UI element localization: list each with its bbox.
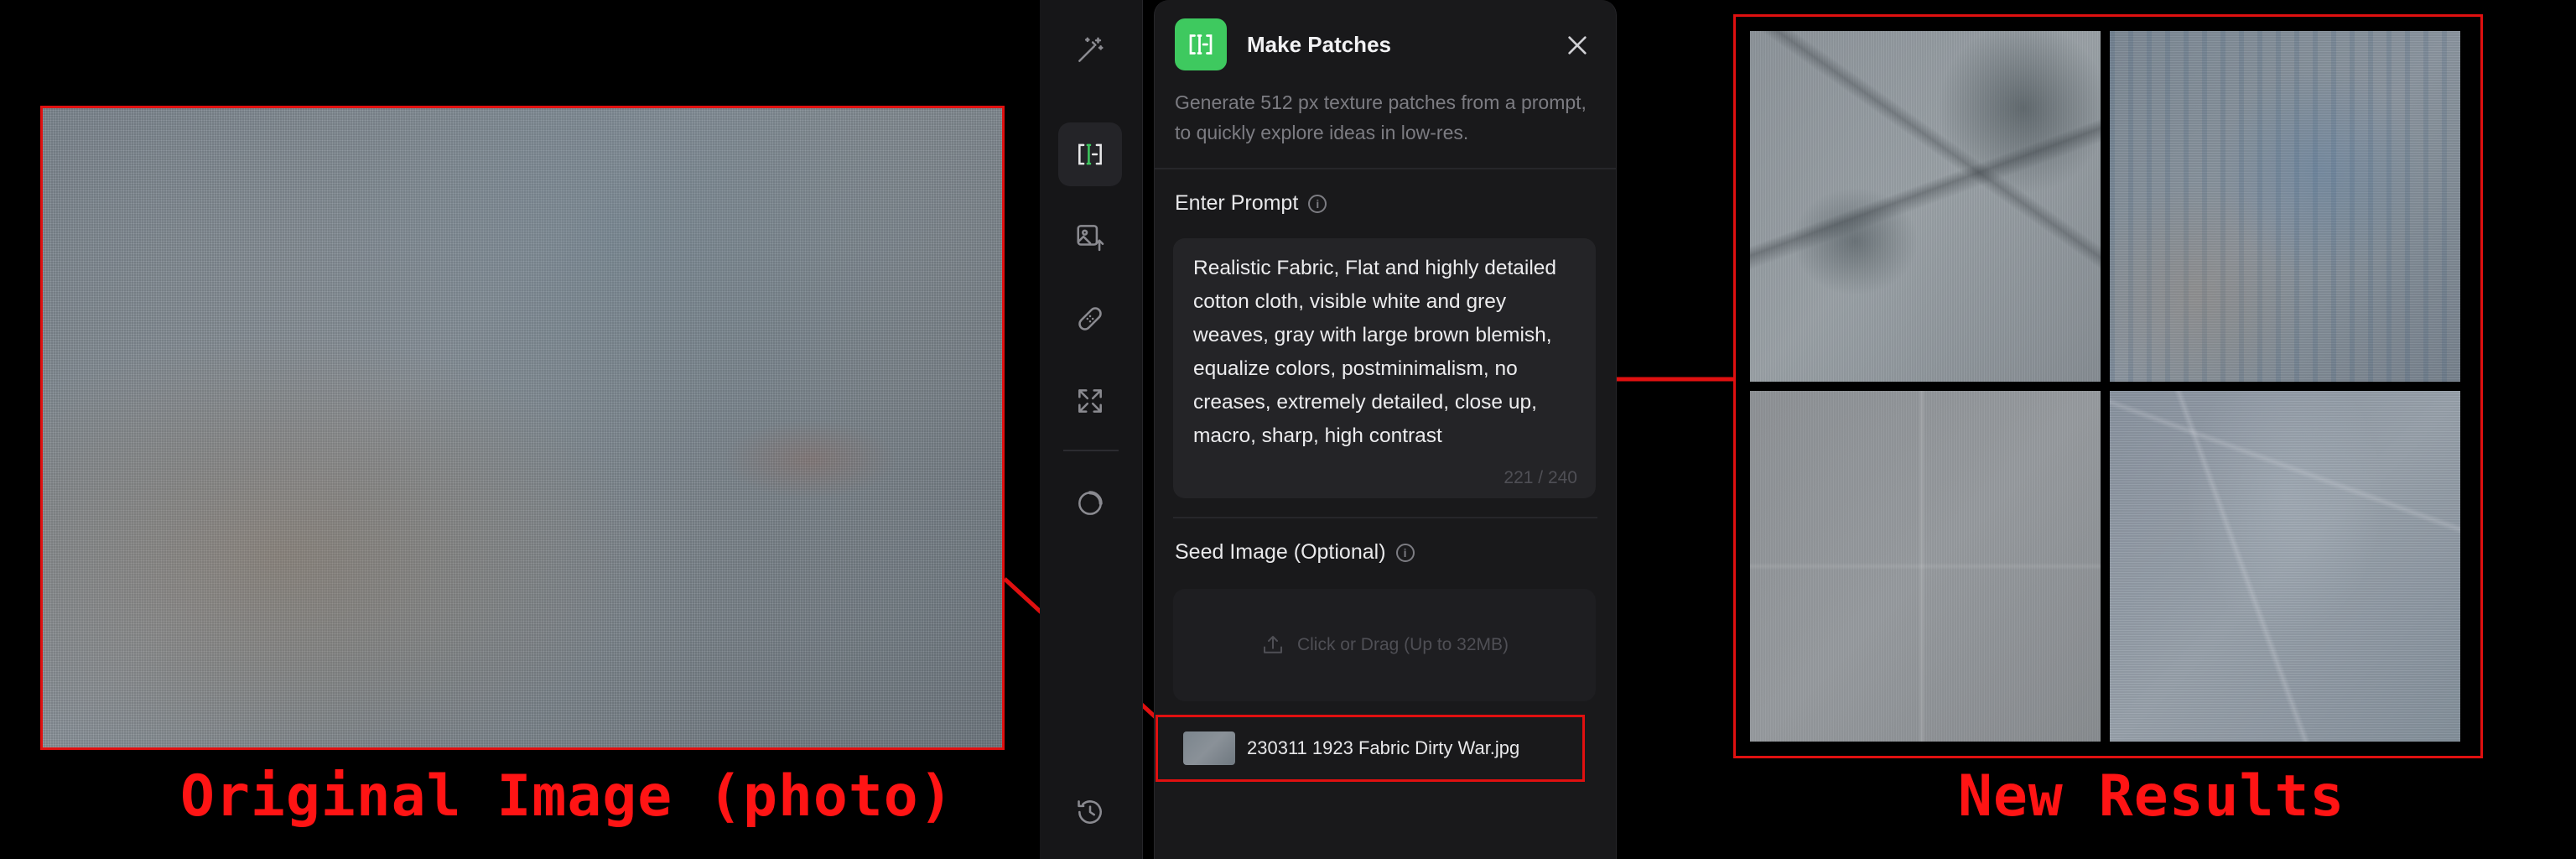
tool-rail bbox=[1040, 0, 1143, 859]
prompt-textarea[interactable]: Realistic Fabric, Flat and highly detail… bbox=[1173, 238, 1596, 498]
prompt-label-row: Enter Prompt i bbox=[1175, 191, 1327, 216]
rail-button-make-patches[interactable] bbox=[1058, 122, 1122, 186]
file-name: 230311 1923 Fabric Dirty War.jpg bbox=[1247, 737, 1520, 758]
rail-button-expand[interactable] bbox=[1058, 369, 1122, 433]
make-patches-icon bbox=[1078, 143, 1102, 165]
bandage-icon bbox=[1078, 307, 1102, 331]
rail-button-progress[interactable] bbox=[1058, 471, 1122, 535]
result-patch-3[interactable] bbox=[1750, 391, 2101, 742]
prompt-text: Realistic Fabric, Flat and highly detail… bbox=[1193, 257, 1557, 447]
seed-image-label: Seed Image (Optional) bbox=[1175, 540, 1386, 564]
character-count: 221 / 240 bbox=[1504, 468, 1577, 487]
new-results-caption: New Results bbox=[1958, 763, 2345, 830]
prompt-label: Enter Prompt bbox=[1175, 191, 1299, 215]
make-patches-icon bbox=[1189, 34, 1213, 55]
rail-divider bbox=[1063, 450, 1119, 451]
expand-icon bbox=[1078, 389, 1102, 413]
file-thumbnail bbox=[1183, 731, 1235, 765]
original-fabric-photo bbox=[40, 106, 1005, 750]
panel-description: Generate 512 px texture patches from a p… bbox=[1175, 91, 1587, 143]
seed-label-row: Seed Image (Optional) i bbox=[1175, 540, 1415, 565]
original-image-caption: Original Image (photo) bbox=[180, 763, 954, 830]
dropzone-text: Click or Drag (Up to 32MB) bbox=[1296, 635, 1509, 654]
result-patch-1[interactable] bbox=[1750, 31, 2101, 382]
history-icon bbox=[1078, 800, 1102, 824]
result-patch-2[interactable] bbox=[2110, 31, 2460, 382]
rail-button-image-upload[interactable] bbox=[1058, 205, 1122, 268]
info-icon[interactable]: i bbox=[1395, 543, 1415, 562]
rail-button-history[interactable] bbox=[1058, 780, 1122, 844]
seed-image-dropzone[interactable]: Click or Drag (Up to 32MB) bbox=[1173, 589, 1596, 701]
results-grid bbox=[1733, 14, 2483, 758]
seed-file-item[interactable]: 230311 1923 Fabric Dirty War.jpg bbox=[1156, 715, 1585, 782]
image-upload-icon bbox=[1077, 225, 1104, 252]
close-button[interactable] bbox=[1559, 27, 1596, 64]
panel-title: Make Patches bbox=[1247, 32, 1391, 57]
rail-button-magic[interactable] bbox=[1058, 18, 1122, 82]
divider bbox=[1173, 517, 1597, 518]
magic-wand-icon bbox=[1078, 37, 1104, 62]
rail-button-bandage[interactable] bbox=[1058, 287, 1122, 351]
circle-progress-icon bbox=[1078, 491, 1103, 515]
info-icon[interactable]: i bbox=[1308, 194, 1327, 213]
upload-icon bbox=[1263, 636, 1282, 653]
divider bbox=[1155, 168, 1616, 169]
screenshot-stage: Original Image (photo) Make Patches Gene… bbox=[0, 0, 2576, 859]
close-icon bbox=[1568, 36, 1587, 55]
result-patch-4[interactable] bbox=[2110, 391, 2460, 742]
panel-header: Make Patches bbox=[1175, 18, 1596, 72]
make-patches-badge bbox=[1175, 18, 1227, 70]
